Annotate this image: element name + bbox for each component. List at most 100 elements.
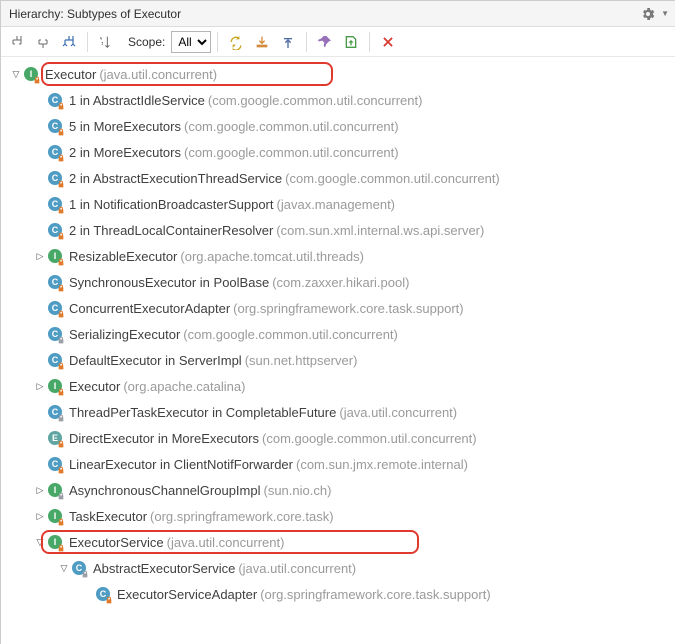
tree-node[interactable]: ▷CExecutorServiceAdapter(org.springframe… [1, 581, 675, 607]
node-name: SynchronousExecutor in PoolBase [69, 275, 269, 290]
tree-node[interactable]: ▽IExecutor(java.util.concurrent) [1, 61, 675, 87]
collapse-arrow-icon[interactable]: ▽ [9, 69, 23, 80]
node-name: 1 in AbstractIdleService [69, 93, 205, 108]
toolbar: Scope: All [1, 27, 675, 57]
class-icon: C [47, 326, 63, 342]
expand-arrow-icon[interactable]: ▷ [33, 251, 47, 262]
chevron-down-icon[interactable]: ▼ [661, 9, 669, 18]
interface-icon: I [47, 482, 63, 498]
node-package: (com.google.common.util.concurrent) [183, 327, 398, 342]
node-package: (java.util.concurrent) [167, 535, 285, 550]
autoscroll-button[interactable] [250, 30, 274, 54]
node-name: SerializingExecutor [69, 327, 180, 342]
node-package: (org.apache.catalina) [123, 379, 245, 394]
tree-node[interactable]: ▷CDefaultExecutor in ServerImpl(sun.net.… [1, 347, 675, 373]
collapse-arrow-icon[interactable]: ▽ [33, 537, 47, 548]
node-package: (org.springframework.core.task.support) [233, 301, 463, 316]
tree-node[interactable]: ▷CLinearExecutor in ClientNotifForwarder… [1, 451, 675, 477]
interface-icon: I [47, 248, 63, 264]
class-icon: C [71, 560, 87, 576]
tree-node[interactable]: ▷C2 in ThreadLocalContainerResolver(com.… [1, 217, 675, 243]
panel-title: Hierarchy: Subtypes of Executor [9, 7, 181, 21]
expand-all-button[interactable] [276, 30, 300, 54]
hierarchy-tree[interactable]: ▽IExecutor(java.util.concurrent)▷C1 in A… [1, 57, 675, 644]
tree-node[interactable]: ▷C2 in AbstractExecutionThreadService(co… [1, 165, 675, 191]
node-name: DefaultExecutor in ServerImpl [69, 353, 242, 368]
tree-node[interactable]: ▷CConcurrentExecutorAdapter(org.springfr… [1, 295, 675, 321]
close-button[interactable] [376, 30, 400, 54]
expand-arrow-icon[interactable]: ▷ [33, 381, 47, 392]
tree-node[interactable]: ▷I AsynchronousChannelGroupImpl(sun.nio.c… [1, 477, 675, 503]
node-package: (com.zaxxer.hikari.pool) [272, 275, 409, 290]
tree-node[interactable]: ▷CThreadPerTaskExecutor in CompletableFu… [1, 399, 675, 425]
view-menu-button[interactable] [639, 5, 657, 23]
enum-icon: E [47, 430, 63, 446]
interface-icon: I [47, 534, 63, 550]
scope-label: Scope: [128, 35, 165, 49]
class-icon: C [47, 222, 63, 238]
expand-arrow-icon[interactable]: ▷ [33, 511, 47, 522]
tree-node[interactable]: ▷CSynchronousExecutor in PoolBase(com.za… [1, 269, 675, 295]
tree-node[interactable]: ▷EDirectExecutor in MoreExecutors(com.go… [1, 425, 675, 451]
tree-node[interactable]: ▷C1 in NotificationBroadcasterSupport(ja… [1, 191, 675, 217]
node-name: 2 in AbstractExecutionThreadService [69, 171, 282, 186]
class-icon: C [47, 404, 63, 420]
class-icon: C [47, 456, 63, 472]
node-name: AbstractExecutorService [93, 561, 235, 576]
node-name: AsynchronousChannelGroupImpl [69, 483, 261, 498]
node-name: 1 in NotificationBroadcasterSupport [69, 197, 274, 212]
collapse-arrow-icon[interactable]: ▽ [57, 563, 71, 574]
tree-node[interactable]: ▷C1 in AbstractIdleService(com.google.co… [1, 87, 675, 113]
pin-button[interactable] [313, 30, 337, 54]
tree-node[interactable]: ▽IExecutorService(java.util.concurrent) [1, 529, 675, 555]
node-package: (sun.nio.ch) [264, 483, 332, 498]
node-package: (com.google.common.util.concurrent) [208, 93, 423, 108]
type-hierarchy-button[interactable] [5, 30, 29, 54]
tree-node[interactable]: ▷C2 in MoreExecutors(com.google.common.u… [1, 139, 675, 165]
node-package: (org.springframework.core.task.support) [260, 587, 490, 602]
node-package: (javax.management) [277, 197, 396, 212]
node-name: 2 in ThreadLocalContainerResolver [69, 223, 273, 238]
tree-node[interactable]: ▷ITaskExecutor(org.springframework.core.… [1, 503, 675, 529]
class-icon: C [47, 300, 63, 316]
node-name: ResizableExecutor [69, 249, 177, 264]
node-package: (sun.net.httpserver) [245, 353, 358, 368]
refresh-button[interactable] [224, 30, 248, 54]
class-icon: C [47, 274, 63, 290]
tree-node[interactable]: ▷I Executor(org.apache.catalina) [1, 373, 675, 399]
tree-node[interactable]: ▷C5 in MoreExecutors(com.google.common.u… [1, 113, 675, 139]
supertype-hierarchy-button[interactable] [31, 30, 55, 54]
tree-node[interactable]: ▷CSerializingExecutor(com.google.common.… [1, 321, 675, 347]
expand-arrow-icon[interactable]: ▷ [33, 485, 47, 496]
class-icon: C [47, 196, 63, 212]
export-button[interactable] [339, 30, 363, 54]
subtype-hierarchy-button[interactable] [57, 30, 81, 54]
node-name: Executor [69, 379, 120, 394]
tree-node[interactable]: ▽C AbstractExecutorService(java.util.conc… [1, 555, 675, 581]
interface-icon: I [47, 378, 63, 394]
scope-select[interactable]: All [171, 31, 211, 53]
class-icon: C [47, 170, 63, 186]
class-icon: C [95, 586, 111, 602]
interface-icon: I [47, 508, 63, 524]
sort-alpha-button[interactable] [94, 30, 118, 54]
tree-node[interactable]: ▷I ResizableExecutor(org.apache.tomcat.ut… [1, 243, 675, 269]
node-name: Executor [45, 67, 96, 82]
node-name: DirectExecutor in MoreExecutors [69, 431, 259, 446]
node-name: TaskExecutor [69, 509, 147, 524]
node-package: (java.util.concurrent) [238, 561, 356, 576]
node-package: (org.apache.tomcat.util.threads) [180, 249, 364, 264]
node-name: 5 in MoreExecutors [69, 119, 181, 134]
node-name: 2 in MoreExecutors [69, 145, 181, 160]
node-package: (java.util.concurrent) [99, 67, 217, 82]
class-icon: C [47, 118, 63, 134]
node-name: LinearExecutor in ClientNotifForwarder [69, 457, 293, 472]
panel-header: Hierarchy: Subtypes of Executor ▼ [1, 1, 675, 27]
class-icon: C [47, 352, 63, 368]
class-icon: C [47, 92, 63, 108]
node-name: ConcurrentExecutorAdapter [69, 301, 230, 316]
node-name: ThreadPerTaskExecutor in CompletableFutu… [69, 405, 336, 420]
node-package: (com.sun.jmx.remote.internal) [296, 457, 468, 472]
node-package: (com.google.common.util.concurrent) [184, 145, 399, 160]
class-icon: C [47, 144, 63, 160]
